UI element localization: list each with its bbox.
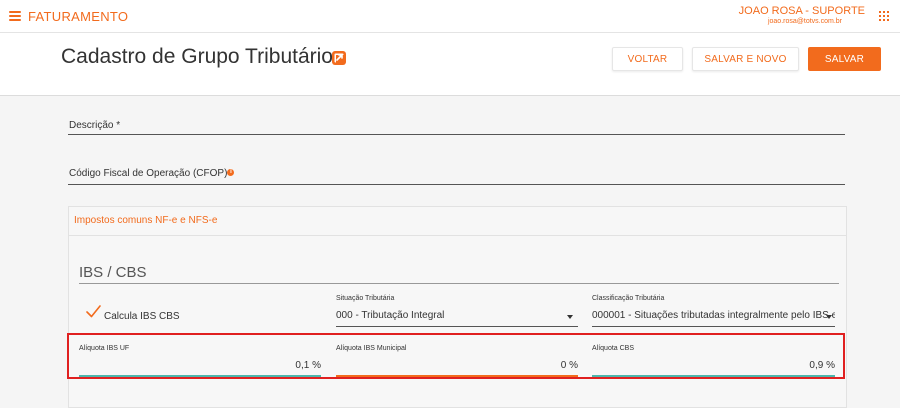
classificacao-label: Classificação Tributária [592,295,665,302]
aliquota-ibs-municipal-input[interactable]: 0 % [336,360,578,371]
chevron-down-icon[interactable] [567,315,573,319]
cfop-field[interactable] [68,184,845,185]
description-field[interactable] [68,134,845,135]
top-bar: FATURAMENTO JOAO ROSA - SUPORTE joao.ros… [0,0,900,33]
aliquota-cbs-label: Alíquota CBS [592,345,635,352]
info-icon[interactable]: i [227,169,235,176]
page-title: Cadastro de Grupo Tributário [61,45,333,68]
save-button[interactable]: SALVAR [808,47,881,71]
situacao-label: Situação Tributária [336,295,395,302]
classificacao-select[interactable]: 000001 - Situações tributadas integralme… [592,310,835,321]
section-divider [79,283,839,284]
page-header: Cadastro de Grupo Tributário VOLTAR SALV… [0,33,900,96]
checkmark-icon[interactable] [86,305,101,318]
back-button[interactable]: VOLTAR [612,47,683,71]
aliquota-cbs-input[interactable]: 0,9 % [592,360,835,371]
situacao-underline [336,326,578,327]
apps-grid-icon[interactable] [879,11,889,21]
app-title[interactable]: FATURAMENTO [28,9,128,24]
section-title: IBS / CBS [79,264,147,281]
hamburger-menu-icon[interactable] [9,11,21,21]
user-name[interactable]: JOAO ROSA - SUPORTE [739,5,865,17]
aliquota-cbs-underline [592,375,835,377]
aliquota-ibs-uf-label: Alíquota IBS UF [79,345,130,352]
cfop-label: Código Fiscal de Operação (CFOP) i [69,168,235,179]
card-title[interactable]: Impostos comuns NF-e e NFS-e [74,215,217,226]
calcula-ibs-cbs-label[interactable]: Calcula IBS CBS [104,311,180,322]
situacao-select[interactable]: 000 - Tributação Integral [336,310,556,321]
save-and-new-button[interactable]: SALVAR E NOVO [692,47,799,71]
aliquota-ibs-uf-input[interactable]: 0,1 % [79,360,321,371]
aliquota-ibs-uf-underline [79,375,321,377]
taxes-card [68,206,847,408]
classificacao-underline [592,326,835,327]
chevron-down-icon[interactable] [826,315,832,319]
card-divider [68,235,847,236]
aliquota-ibs-municipal-label: Alíquota IBS Municipal [336,345,407,352]
aliquota-ibs-municipal-underline [336,375,578,377]
user-email: joao.rosa@totvs.com.br [767,18,842,25]
cfop-label-text: Código Fiscal de Operação (CFOP) [69,168,228,179]
description-label: Descrição * [69,120,121,131]
external-link-icon[interactable] [331,50,347,66]
